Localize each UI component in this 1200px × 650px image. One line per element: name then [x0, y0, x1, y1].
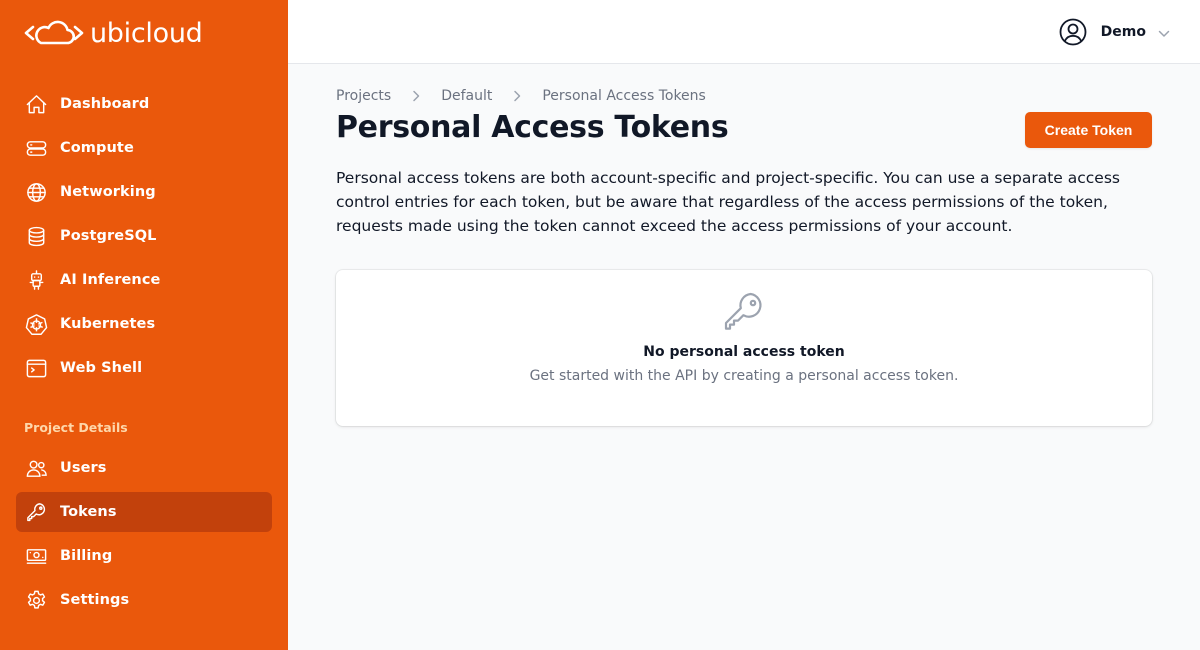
- empty-state-subtitle: Get started with the API by creating a p…: [529, 368, 959, 384]
- sidebar-item-label: Dashboard: [60, 96, 150, 112]
- sidebar: ubicloud Dashboard Compute Networking Po…: [0, 0, 288, 650]
- sidebar-item-compute[interactable]: Compute: [16, 128, 272, 168]
- user-avatar-icon: [1058, 17, 1088, 47]
- sidebar-item-users[interactable]: Users: [16, 448, 272, 488]
- chevron-down-icon: [1158, 23, 1170, 42]
- sidebar-item-label: Tokens: [60, 504, 117, 520]
- gear-icon: [24, 588, 48, 612]
- ubicloud-logo[interactable]: ubicloud: [24, 16, 203, 50]
- kubernetes-icon: [24, 312, 48, 336]
- banknotes-icon: [24, 544, 48, 568]
- sidebar-item-tokens[interactable]: Tokens: [16, 492, 272, 532]
- key-icon: [24, 500, 48, 524]
- sidebar-item-billing[interactable]: Billing: [16, 536, 272, 576]
- sidebar-item-label: Web Shell: [60, 360, 143, 376]
- user-menu[interactable]: Demo: [1058, 17, 1170, 47]
- sidebar-item-label: Billing: [60, 548, 113, 564]
- breadcrumb: Projects Default Personal Access Tokens: [336, 88, 706, 104]
- terminal-icon: [24, 356, 48, 380]
- sidebar-item-label: Users: [60, 460, 107, 476]
- chevron-right-icon: [412, 90, 420, 102]
- sidebar-item-label: Compute: [60, 140, 134, 156]
- server-icon: [24, 136, 48, 160]
- user-name: Demo: [1100, 24, 1146, 40]
- sidebar-item-web-shell[interactable]: Web Shell: [16, 348, 272, 388]
- empty-state-title: No personal access token: [643, 344, 845, 360]
- breadcrumb-default[interactable]: Default: [441, 88, 492, 104]
- brand-name: ubicloud: [90, 17, 203, 49]
- sidebar-item-label: AI Inference: [60, 272, 161, 288]
- sidebar-item-label: Networking: [60, 184, 156, 200]
- sidebar-item-label: PostgreSQL: [60, 228, 157, 244]
- home-icon: [24, 92, 48, 116]
- empty-state-card: No personal access token Get started wit…: [336, 270, 1152, 426]
- sidebar-item-label: Settings: [60, 592, 130, 608]
- sidebar-item-label: Kubernetes: [60, 316, 156, 332]
- sidebar-item-networking[interactable]: Networking: [16, 172, 272, 212]
- sidebar-item-kubernetes[interactable]: Kubernetes: [16, 304, 272, 344]
- page-title: Personal Access Tokens: [336, 110, 729, 145]
- top-bar: Demo: [288, 0, 1200, 64]
- globe-icon: [24, 180, 48, 204]
- sidebar-item-dashboard[interactable]: Dashboard: [16, 84, 272, 124]
- section-title-project-details: Project Details: [24, 420, 128, 435]
- key-icon: [720, 288, 768, 340]
- page-description: Personal access tokens are both account-…: [336, 169, 1120, 235]
- sidebar-item-ai-inference[interactable]: AI Inference: [16, 260, 272, 300]
- sidebar-item-postgresql[interactable]: PostgreSQL: [16, 216, 272, 256]
- sidebar-item-settings[interactable]: Settings: [16, 580, 272, 620]
- create-token-button[interactable]: Create Token: [1025, 112, 1152, 148]
- users-icon: [24, 456, 48, 480]
- ubicloud-logo-icon: [24, 20, 84, 45]
- breadcrumb-projects[interactable]: Projects: [336, 88, 391, 104]
- chevron-right-icon: [513, 90, 521, 102]
- breadcrumb-current[interactable]: Personal Access Tokens: [542, 88, 705, 104]
- database-icon: [24, 224, 48, 248]
- robot-icon: [24, 268, 48, 292]
